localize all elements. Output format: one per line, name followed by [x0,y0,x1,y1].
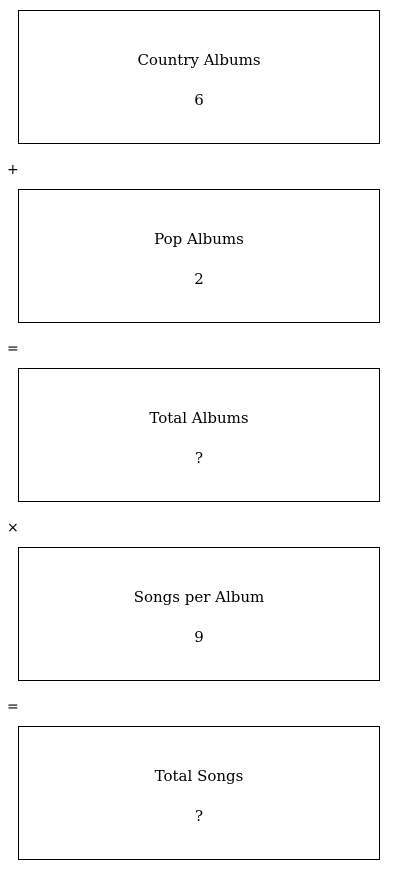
box-songs-per-album: Songs per Album 9 [18,547,380,681]
box-label: Country Albums [137,51,261,69]
box-label: Pop Albums [154,230,244,248]
box-value: ? [194,807,204,825]
box-value: 9 [194,628,204,646]
box-total-songs: Total Songs ? [18,726,380,860]
equals-operator: = [7,341,19,357]
box-value: 6 [194,91,204,109]
equals-operator: = [7,699,19,715]
box-label: Songs per Album [133,588,265,606]
box-value: ? [194,449,204,467]
box-country-albums: Country Albums 6 [18,10,380,144]
box-label: Total Songs [154,767,244,785]
multiply-operator: × [7,520,19,536]
box-pop-albums: Pop Albums 2 [18,189,380,323]
box-total-albums: Total Albums ? [18,368,380,502]
box-label: Total Albums [149,409,249,427]
box-value: 2 [194,270,204,288]
plus-operator: + [7,162,19,178]
